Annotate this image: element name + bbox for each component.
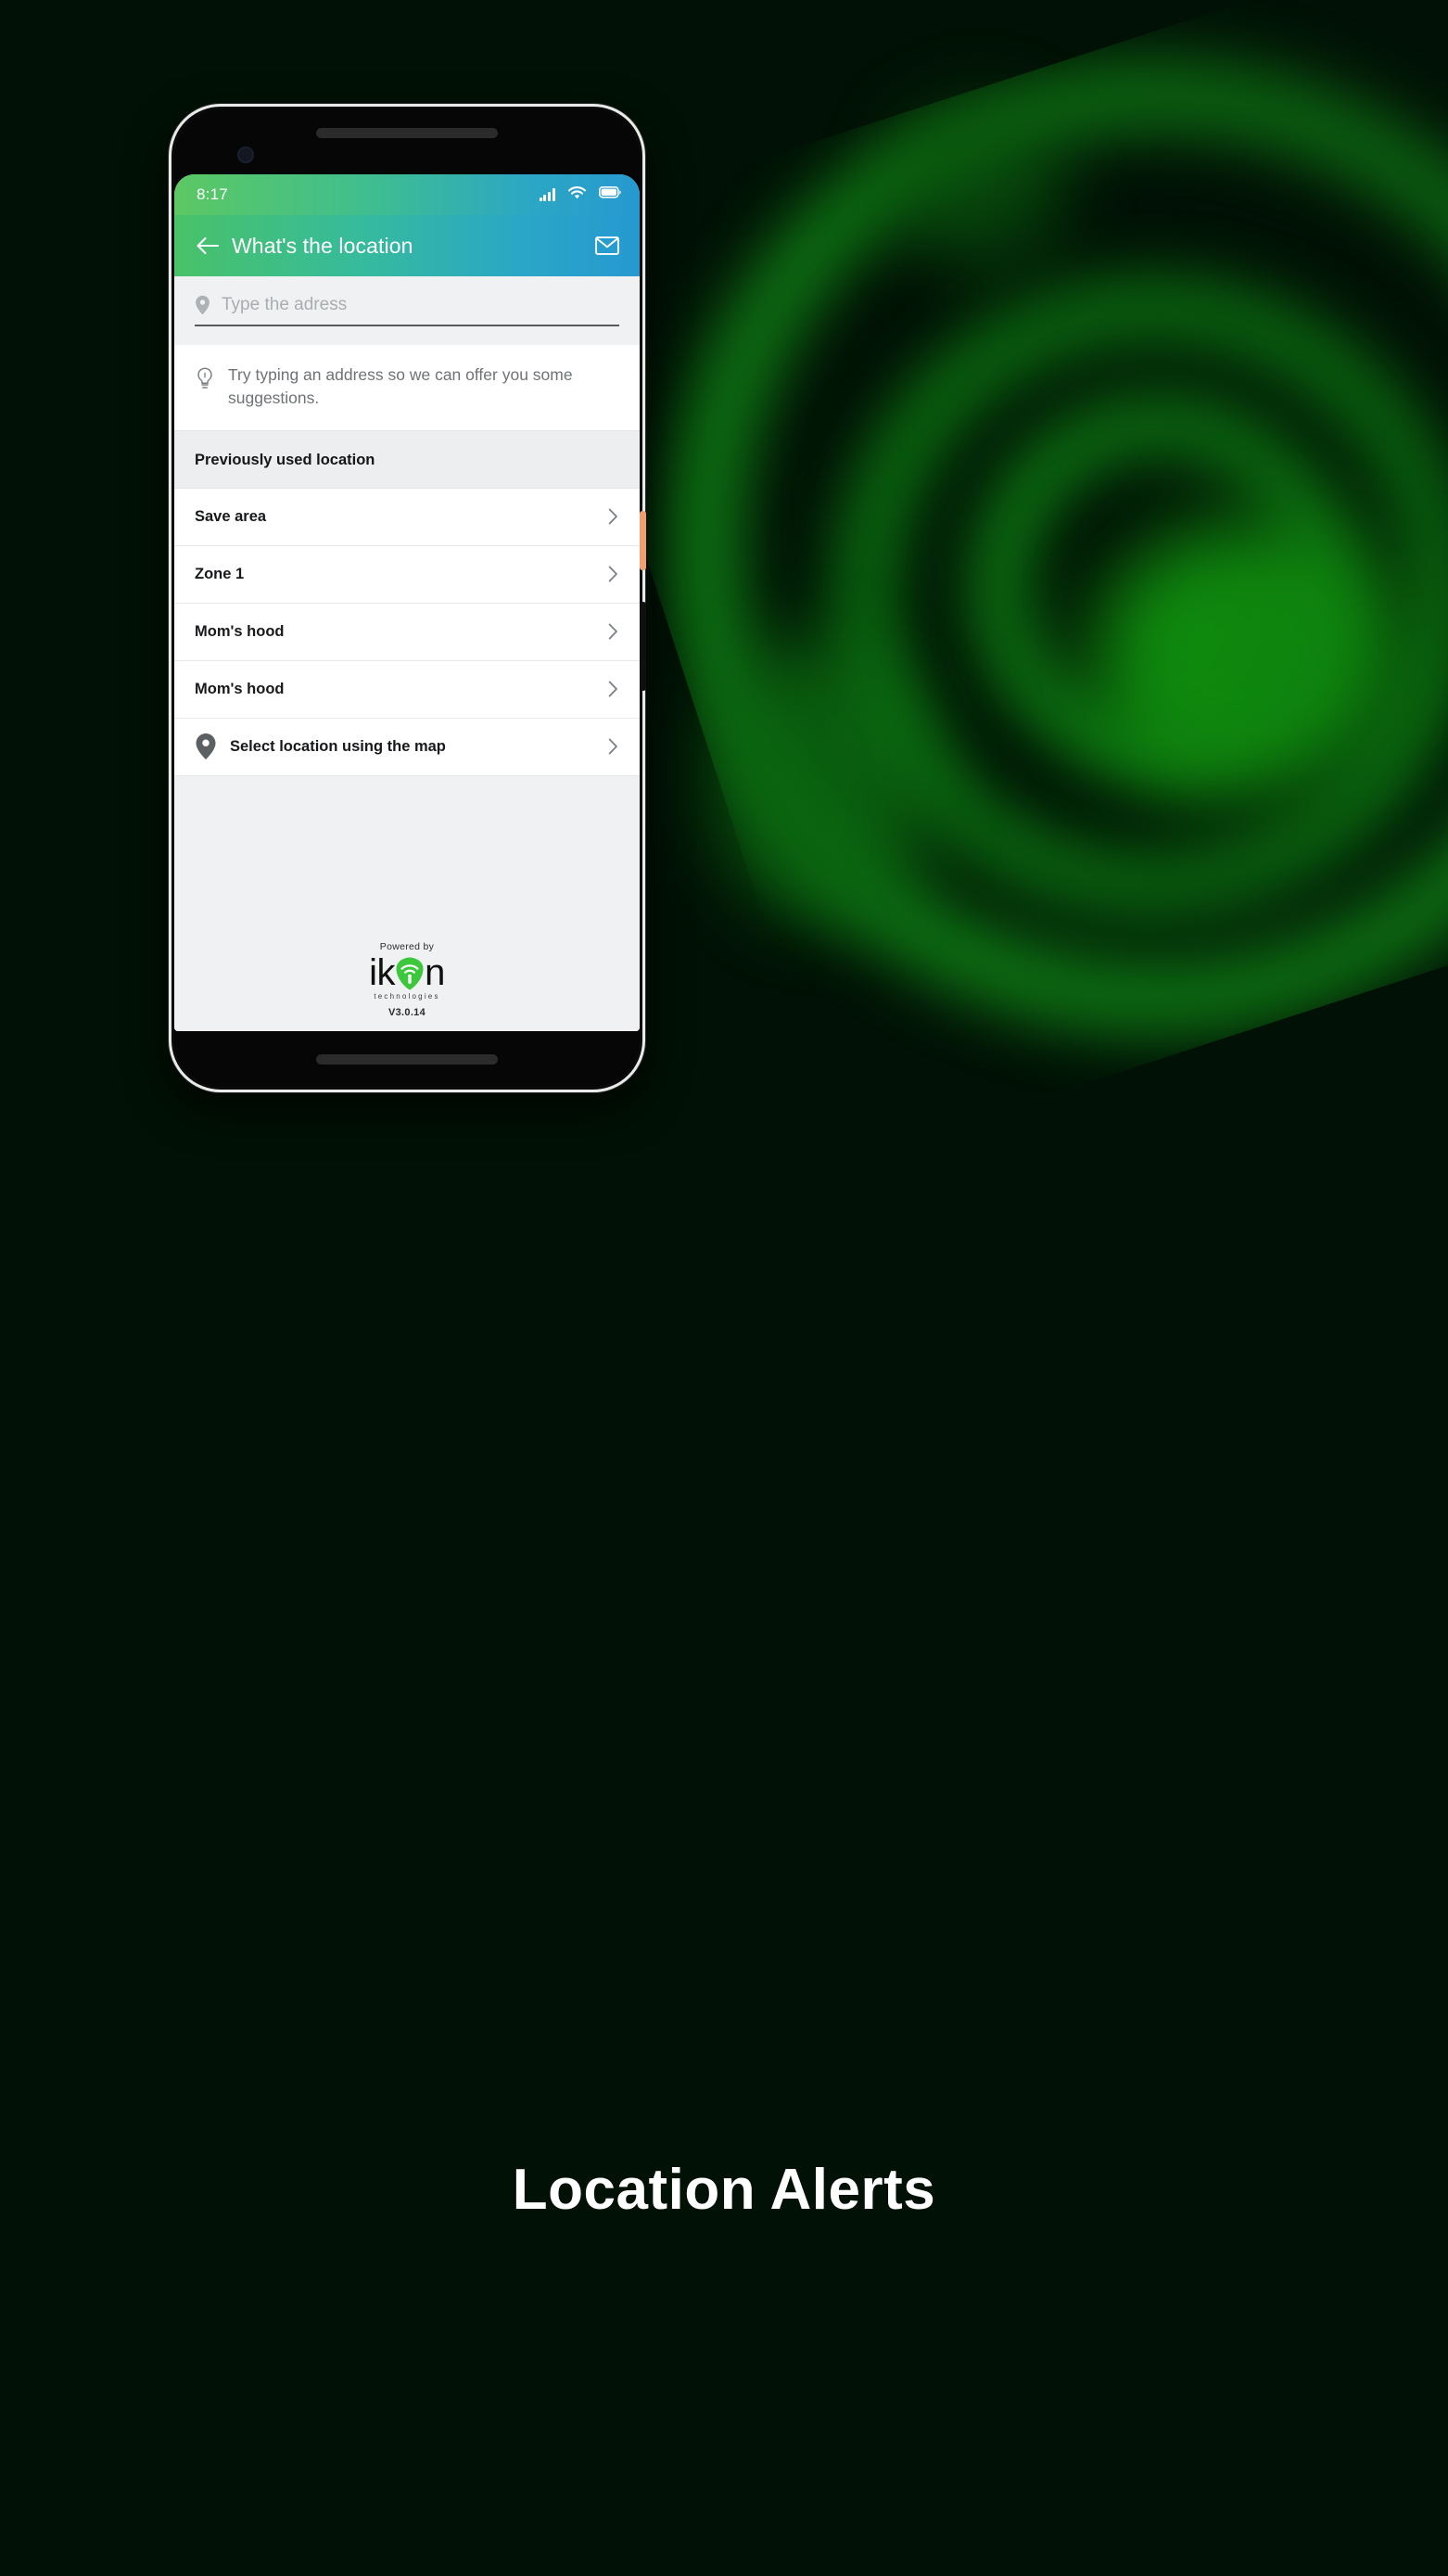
- chevron-right-icon: [606, 507, 619, 526]
- phone-body: 8:17 What's the location Type the adress…: [174, 109, 640, 1087]
- location-pin-icon: [195, 733, 217, 760]
- glow-ring-outer: [540, 0, 1448, 1162]
- status-bar: 8:17: [174, 174, 640, 215]
- list-item-label: Mom's hood: [195, 680, 285, 697]
- hint-text: Try typing an address so we can offer yo…: [228, 365, 573, 407]
- list-item-label: Save area: [195, 507, 267, 525]
- select-on-map-row[interactable]: Select location using the map: [174, 718, 640, 776]
- mail-icon[interactable]: [593, 232, 621, 260]
- earpiece-speaker: [316, 128, 498, 138]
- status-bar-icons: [539, 185, 621, 204]
- location-pin-icon: [195, 295, 210, 315]
- hint-card: Try typing an address so we can offer yo…: [174, 345, 640, 430]
- glow-blob-right: [1094, 519, 1409, 797]
- search-area: [174, 276, 640, 345]
- search-input[interactable]: [222, 295, 619, 315]
- app-version-label: V3.0.14: [387, 1007, 426, 1018]
- list-item[interactable]: Zone 1: [174, 545, 640, 604]
- chevron-right-icon: [606, 565, 619, 583]
- glow-ring-middle: [766, 210, 1448, 985]
- bottom-speaker: [316, 1054, 498, 1065]
- page-title: What's the location: [232, 233, 413, 258]
- glow-ring-inner: [943, 368, 1378, 804]
- caption-title: Location Alerts: [512, 2158, 936, 2222]
- chevron-right-icon: [606, 680, 619, 698]
- list-item[interactable]: Mom's hood: [174, 603, 640, 661]
- logo-text-n: n: [425, 952, 445, 993]
- glow-blob-center: [714, 640, 927, 918]
- app-footer: Powered by ik n technologies V3.0.14: [174, 941, 640, 1018]
- list-item-label: Zone 1: [195, 565, 245, 582]
- lightbulb-icon: [195, 367, 215, 391]
- list-item[interactable]: Save area: [174, 488, 640, 546]
- phone-screen: 8:17 What's the location Type the adress…: [174, 174, 640, 1031]
- section-header: Previously used location: [174, 429, 640, 489]
- volume-button[interactable]: [641, 602, 646, 691]
- glow-blob-top: [890, 102, 1066, 269]
- location-list: Save area Zone 1 Mom's hood Mom's hood S…: [174, 488, 640, 776]
- list-item[interactable]: Mom's hood: [174, 660, 640, 719]
- battery-icon: [599, 186, 621, 203]
- select-on-map-label: Select location using the map: [230, 737, 446, 755]
- back-arrow-icon[interactable]: [195, 233, 221, 259]
- powered-by-label: Powered by: [379, 941, 435, 952]
- phone-mockup: 8:17 What's the location Type the adress…: [169, 104, 646, 1092]
- wifi-icon: [567, 185, 587, 204]
- logo-text-ik: ik: [369, 952, 396, 993]
- screen-empty-area: Powered by ik n technologies V3.0.14: [174, 775, 640, 1031]
- signal-bars-icon: [539, 188, 555, 201]
- power-button[interactable]: [640, 511, 646, 570]
- logo-subtitle: technologies: [374, 992, 440, 1001]
- ikon-logo: ik n: [369, 954, 445, 991]
- section-header-label: Previously used location: [195, 451, 375, 468]
- front-camera-icon: [237, 147, 254, 163]
- status-bar-time: 8:17: [197, 185, 228, 203]
- chevron-right-icon: [606, 737, 619, 756]
- search-row: [195, 295, 619, 326]
- chevron-right-icon: [606, 622, 619, 641]
- list-item-label: Mom's hood: [195, 622, 285, 640]
- ikon-shield-icon: [394, 956, 426, 991]
- app-bar: What's the location: [174, 215, 640, 276]
